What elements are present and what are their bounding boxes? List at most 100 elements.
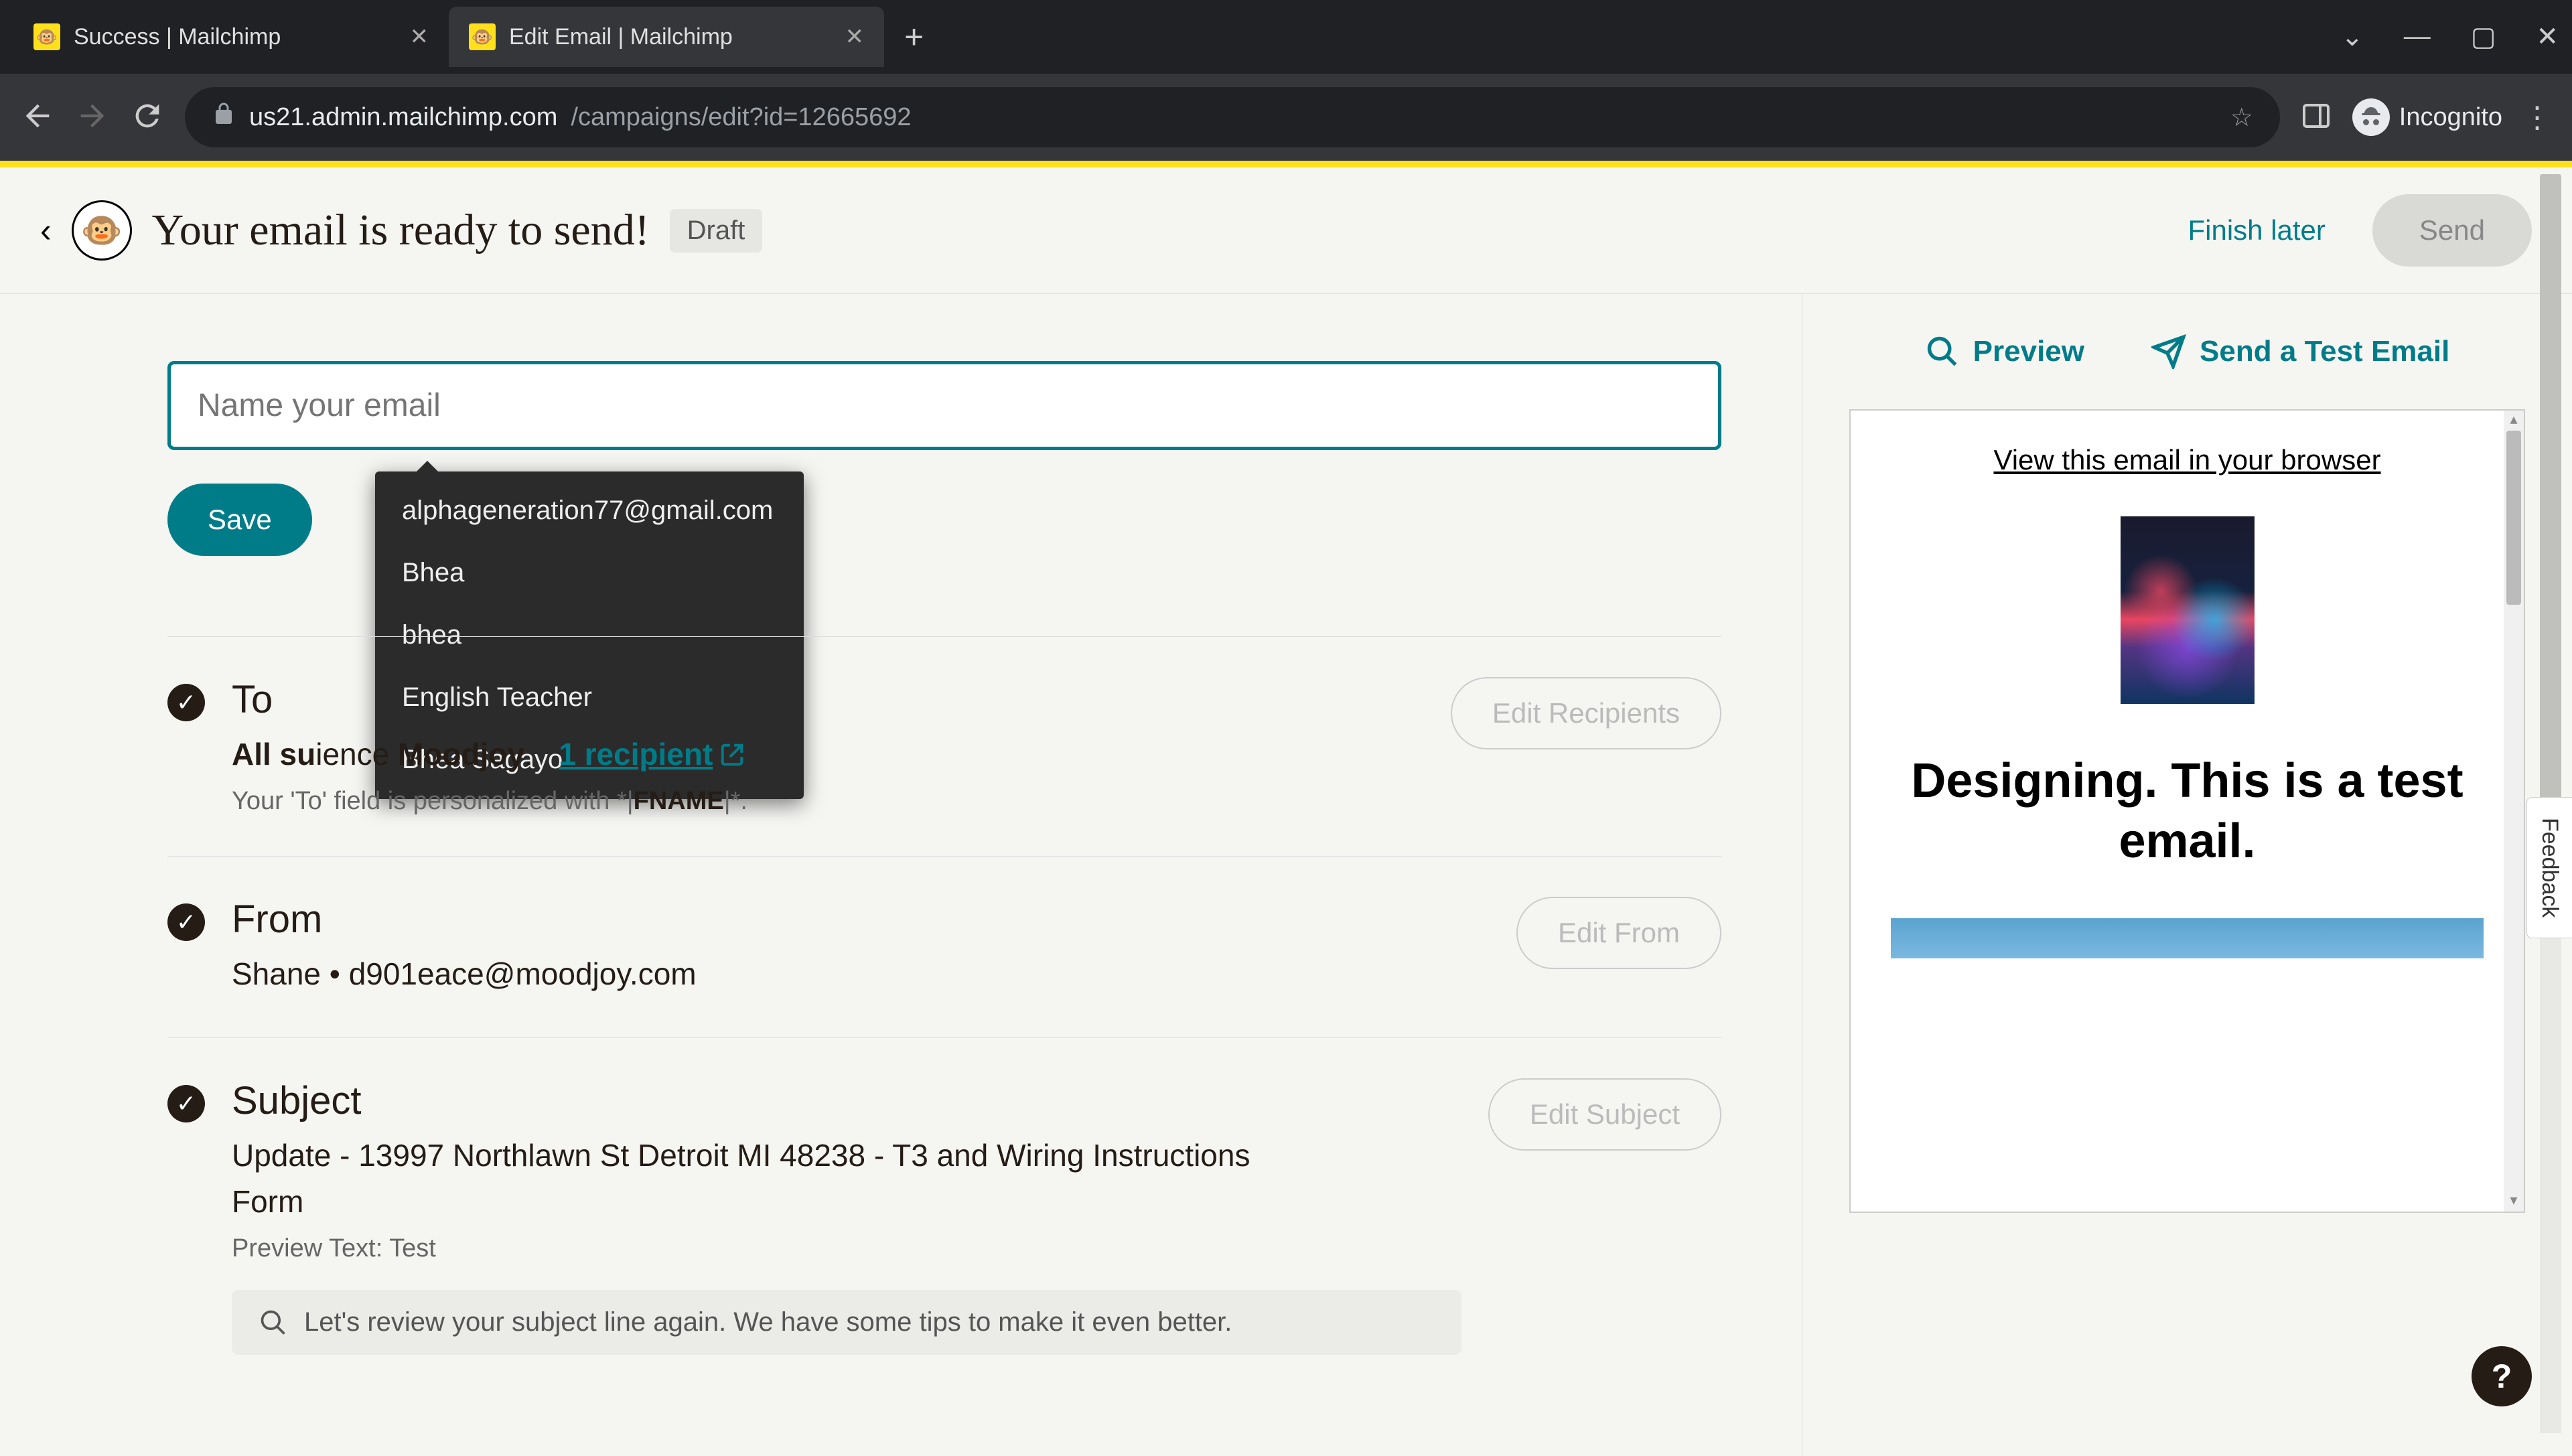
tab-edit-email[interactable]: 🐵 Edit Email | Mailchimp ✕ xyxy=(449,7,884,67)
panel-icon[interactable] xyxy=(2300,100,2332,135)
back-chevron-icon[interactable]: ‹ xyxy=(40,211,52,250)
section-title: From xyxy=(232,897,1490,942)
section-sub: Your 'To' field is personalized with *|F… xyxy=(232,787,1424,816)
help-button[interactable]: ? xyxy=(2472,1346,2532,1406)
address-bar: us21.admin.mailchimp.com/campaigns/edit?… xyxy=(0,74,2572,161)
window-controls: ⌄ — ▢ ✕ xyxy=(2341,21,2559,52)
mailchimp-logo[interactable]: 🐵 xyxy=(72,200,132,261)
sub-suffix: |*. xyxy=(724,787,747,815)
bookmark-icon[interactable]: ☆ xyxy=(2230,102,2253,133)
incognito-icon xyxy=(2352,98,2390,136)
name-input-wrap: alphageneration77@gmail.com Bhea bhea En… xyxy=(167,361,1721,450)
preview-value: Test xyxy=(389,1234,436,1262)
section-line: All suience Moodjoy. 1 recipient xyxy=(232,731,1424,778)
right-panel: Preview Send a Test Email View this emai… xyxy=(1802,294,2572,1456)
from-name: Shane xyxy=(232,956,321,991)
send-test-button[interactable]: Send a Test Email xyxy=(2151,334,2449,369)
preview-text-line: Preview Text: Test xyxy=(232,1234,1461,1263)
new-tab-button[interactable]: + xyxy=(904,17,924,56)
tip-text: Let's review your subject line again. We… xyxy=(304,1307,1232,1337)
check-icon: ✓ xyxy=(167,684,205,721)
preview-label: Preview xyxy=(1973,335,2084,368)
email-name-input[interactable] xyxy=(167,361,1721,450)
preview-hero-image xyxy=(2121,516,2255,704)
preview-heading: Designing. This is a test email. xyxy=(1891,751,2484,871)
section-title: To xyxy=(232,677,1424,722)
scroll-thumb[interactable] xyxy=(2506,431,2521,605)
tab-title: Edit Email | Mailchimp xyxy=(509,24,832,50)
feedback-tab[interactable]: Feedback xyxy=(2526,797,2572,938)
url-field[interactable]: us21.admin.mailchimp.com/campaigns/edit?… xyxy=(185,87,2280,147)
subject-text: Update - 13997 Northlawn St Detroit MI 4… xyxy=(232,1133,1277,1225)
scroll-down-icon[interactable]: ▾ xyxy=(2504,1191,2524,1212)
section-subject: ✓ Subject Update - 13997 Northlawn St De… xyxy=(167,1037,1721,1395)
lock-icon xyxy=(212,102,236,133)
view-in-browser-link[interactable]: View this email in your browser xyxy=(1891,444,2484,476)
recipients-link[interactable]: 1 recipient xyxy=(559,731,745,778)
tab-title: Success | Mailchimp xyxy=(74,24,397,50)
send-test-label: Send a Test Email xyxy=(2200,335,2449,368)
close-icon[interactable]: ✕ xyxy=(410,23,429,50)
check-icon: ✓ xyxy=(167,903,205,941)
url-path: /campaigns/edit?id=12665692 xyxy=(571,103,911,132)
preview-scrollbar[interactable]: ▴ ▾ xyxy=(2504,411,2524,1212)
external-link-icon xyxy=(719,742,745,768)
tab-bar: 🐵 Success | Mailchimp ✕ 🐵 Edit Email | M… xyxy=(0,0,2572,74)
from-sep: • xyxy=(321,956,349,991)
send-button[interactable]: Send xyxy=(2372,194,2532,267)
reload-button[interactable] xyxy=(130,98,165,137)
maximize-icon[interactable]: ▢ xyxy=(2471,21,2496,52)
status-badge: Draft xyxy=(670,209,763,252)
loading-bar xyxy=(0,161,2572,167)
app-header: ‹ 🐵 Your email is ready to send! Draft F… xyxy=(0,167,2572,294)
section-line: Shane • d901eace@moodjoy.com xyxy=(232,951,1490,997)
check-icon: ✓ xyxy=(167,1085,205,1122)
edit-recipients-button[interactable]: Edit Recipients xyxy=(1451,677,1721,749)
autocomplete-item[interactable]: Bhea xyxy=(375,542,804,604)
back-button[interactable] xyxy=(20,98,55,137)
close-icon[interactable]: ✕ xyxy=(845,23,865,50)
mailchimp-favicon: 🐵 xyxy=(469,23,496,50)
chevron-down-icon[interactable]: ⌄ xyxy=(2341,21,2364,52)
autocomplete-item[interactable]: alphageneration77@gmail.com xyxy=(375,480,804,542)
subject-tip: Let's review your subject line again. We… xyxy=(232,1290,1461,1355)
preview-content: View this email in your browser Designin… xyxy=(1851,411,2524,992)
sub-prefix: Your 'To' field is personalized with *| xyxy=(232,787,634,815)
incognito-indicator[interactable]: Incognito xyxy=(2352,98,2502,136)
from-email: d901eace@moodjoy.com xyxy=(349,956,697,991)
minimize-icon[interactable]: — xyxy=(2404,21,2431,52)
scroll-track[interactable] xyxy=(2504,605,2524,1191)
preview-actions: Preview Send a Test Email xyxy=(1849,334,2525,369)
forward-button[interactable] xyxy=(75,98,110,137)
section-to: ✓ To All suience Moodjoy. 1 recipient Yo… xyxy=(167,636,1721,856)
kebab-menu-icon[interactable]: ⋮ xyxy=(2522,100,2552,135)
tab-success[interactable]: 🐵 Success | Mailchimp ✕ xyxy=(13,7,449,67)
to-line-suffix: . xyxy=(524,737,533,772)
save-button[interactable]: Save xyxy=(167,484,312,556)
sub-token: FNAME xyxy=(634,787,724,815)
mailchimp-favicon: 🐵 xyxy=(33,23,60,50)
email-preview-frame: View this email in your browser Designin… xyxy=(1849,409,2525,1213)
preview-secondary-image xyxy=(1891,918,2484,958)
edit-subject-button[interactable]: Edit Subject xyxy=(1488,1078,1721,1151)
scroll-up-icon[interactable]: ▴ xyxy=(2504,411,2524,431)
url-host: us21.admin.mailchimp.com xyxy=(249,103,557,132)
send-icon xyxy=(2151,334,2186,369)
to-line-prefix: All su xyxy=(232,737,315,772)
main-area: alphageneration77@gmail.com Bhea bhea En… xyxy=(0,294,2572,1456)
page-title: Your email is ready to send! xyxy=(152,205,650,256)
header-actions: Finish later Send xyxy=(2161,194,2532,267)
incognito-label: Incognito xyxy=(2399,103,2502,132)
recipients-label: 1 recipient xyxy=(559,731,713,778)
section-title: Subject xyxy=(232,1078,1461,1123)
browser-chrome: 🐵 Success | Mailchimp ✕ 🐵 Edit Email | M… xyxy=(0,0,2572,161)
to-line-mid: ience xyxy=(315,737,398,772)
left-panel: alphageneration77@gmail.com Bhea bhea En… xyxy=(0,294,1802,1456)
search-icon xyxy=(259,1308,288,1337)
preview-button[interactable]: Preview xyxy=(1925,334,2084,369)
finish-later-button[interactable]: Finish later xyxy=(2161,194,2352,267)
close-window-icon[interactable]: ✕ xyxy=(2536,21,2559,52)
section-from: ✓ From Shane • d901eace@moodjoy.com Edit… xyxy=(167,856,1721,1037)
search-icon xyxy=(1925,334,1960,369)
edit-from-button[interactable]: Edit From xyxy=(1516,897,1721,969)
